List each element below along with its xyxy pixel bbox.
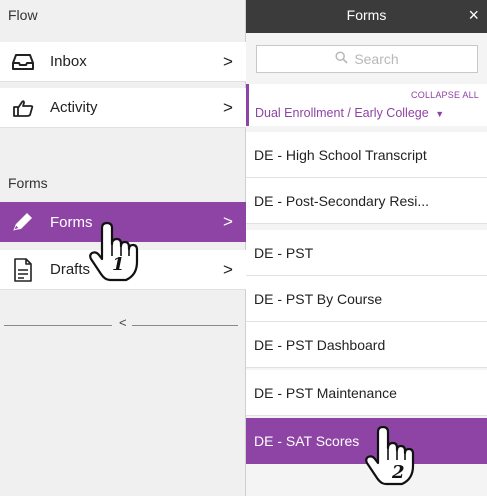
document-icon: [10, 257, 36, 282]
chevron-right-icon: >: [223, 212, 233, 231]
forms-section-header: Forms: [8, 175, 48, 191]
close-icon[interactable]: ×: [468, 0, 479, 30]
nav-label-activity: Activity: [50, 99, 98, 116]
search-input[interactable]: Search: [256, 45, 478, 73]
nav-label-inbox: Inbox: [50, 53, 87, 70]
nav-label-drafts: Drafts: [50, 261, 91, 278]
flow-section-header: Flow: [8, 7, 38, 23]
group-toggle[interactable]: Dual Enrollment / Early College ▼: [255, 106, 444, 120]
forms-panel-header: Forms ×: [246, 0, 487, 33]
search-icon: [335, 51, 348, 67]
nav-item-forms[interactable]: Forms >: [0, 202, 246, 242]
flow-sidebar: Flow Inbox > Activity > Forms Forms > Dr…: [0, 0, 246, 496]
chevron-right-icon: >: [223, 51, 233, 71]
form-item-de-high-school-transcript[interactable]: DE - High School Transcript: [246, 132, 487, 178]
chevron-right-icon: >: [223, 259, 233, 279]
nav-item-drafts[interactable]: Drafts >: [0, 250, 246, 290]
forms-panel: Forms × Search COLLAPSE ALL Dual Enrollm…: [246, 0, 487, 496]
form-item-de-sat-scores[interactable]: DE - SAT Scores: [246, 418, 487, 464]
inbox-icon: [10, 51, 36, 73]
form-item-de-pst[interactable]: DE - PST: [246, 230, 487, 276]
form-item-de-pst-maintenance[interactable]: DE - PST Maintenance: [246, 370, 487, 416]
chevron-left-icon: <: [119, 315, 127, 330]
collapse-all-link[interactable]: COLLAPSE ALL: [411, 90, 479, 100]
caret-down-icon: ▼: [435, 109, 445, 119]
form-item-de-pst-dashboard[interactable]: DE - PST Dashboard: [246, 322, 487, 368]
nav-label-forms: Forms: [50, 213, 93, 231]
hand-pointer-icon: [10, 97, 36, 119]
pencil-icon: [10, 211, 36, 233]
form-group-header: COLLAPSE ALL Dual Enrollment / Early Col…: [246, 84, 487, 126]
chevron-right-icon: >: [223, 97, 233, 117]
group-name: Dual Enrollment / Early College: [255, 106, 429, 120]
panel-title: Forms: [346, 7, 387, 23]
form-item-de-pst-by-course[interactable]: DE - PST By Course: [246, 276, 487, 322]
collapse-sidebar-toggle[interactable]: <: [4, 315, 238, 332]
form-item-de-post-secondary-resi[interactable]: DE - Post-Secondary Resi...: [246, 178, 487, 224]
nav-item-inbox[interactable]: Inbox >: [0, 42, 246, 82]
nav-item-activity[interactable]: Activity >: [0, 88, 246, 128]
search-placeholder: Search: [354, 51, 399, 67]
